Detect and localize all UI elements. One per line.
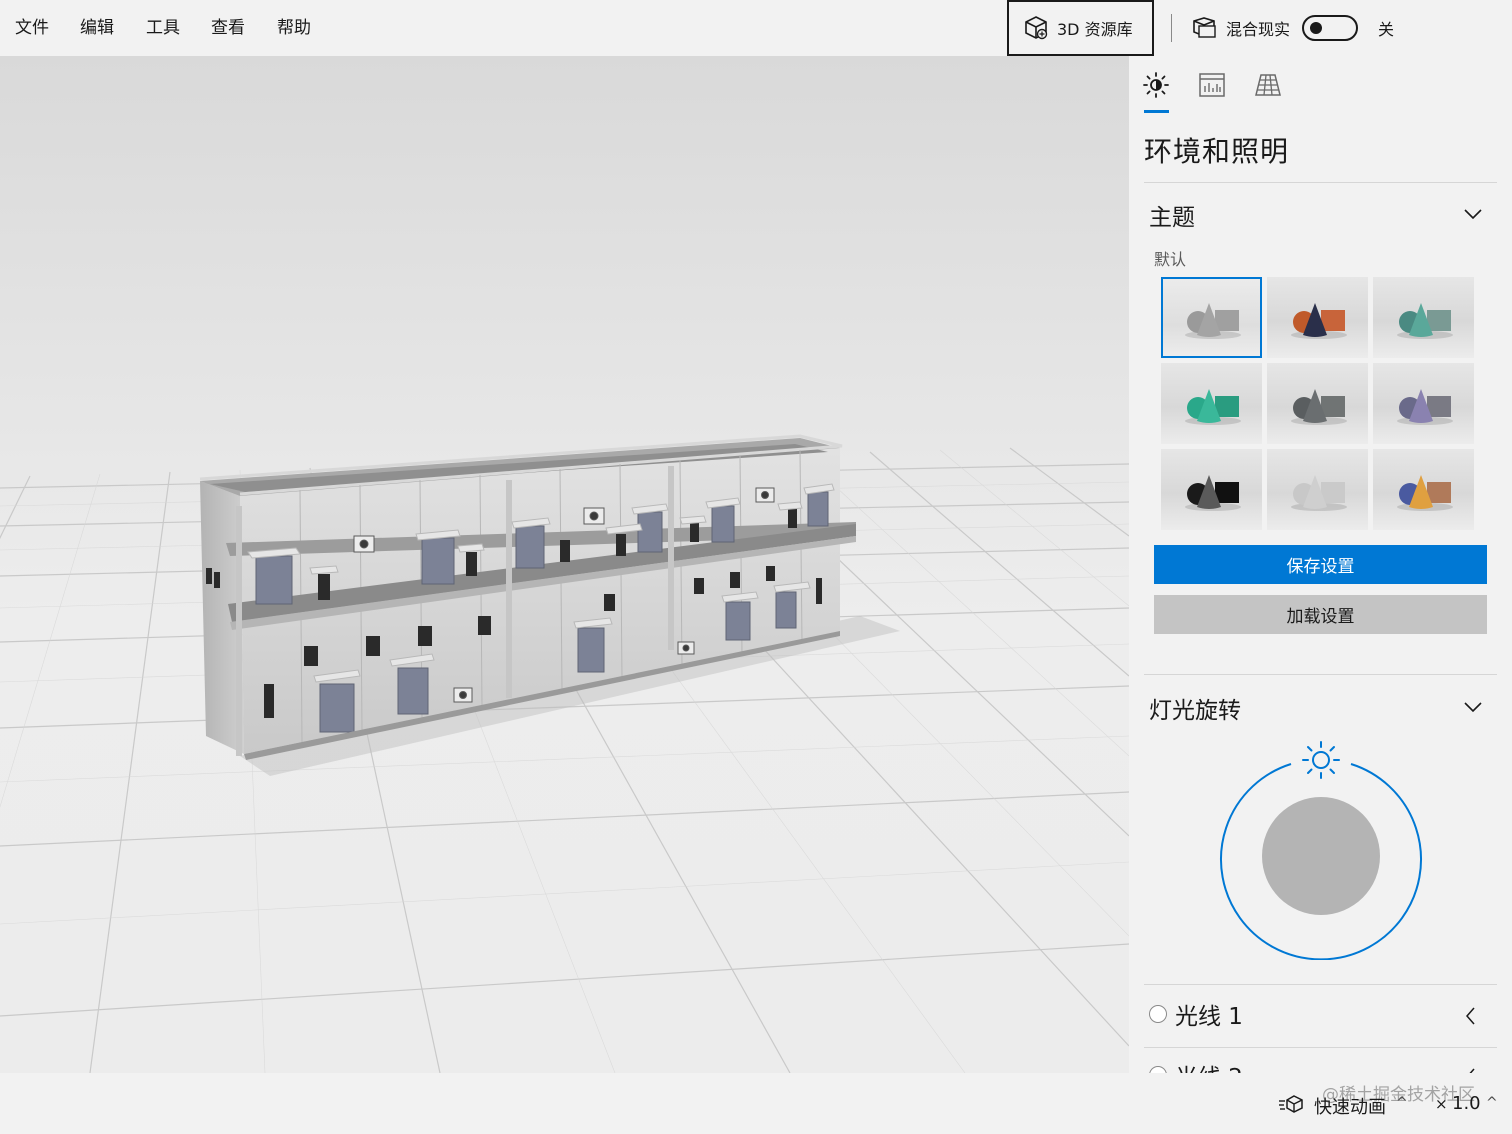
3d-library-label: 3D 资源库 [1057,20,1133,39]
mixed-reality-state: 关 [1378,20,1395,39]
toolbar-divider [1171,14,1172,42]
theme-preview-icon [1291,389,1347,425]
theme-swatch[interactable] [1161,449,1262,530]
animation-speed-value[interactable]: 1.0 [1452,1093,1481,1114]
theme-swatch[interactable] [1373,449,1474,530]
theme-swatch[interactable] [1373,363,1474,444]
quick-animation-button[interactable]: 快速动画 [1314,1093,1386,1119]
active-tab-indicator [1144,110,1169,113]
theme-preview-icon [1291,475,1347,511]
theme-swatch[interactable] [1373,277,1474,358]
menu-file[interactable]: 文件 [15,16,49,40]
menu-tools[interactable]: 工具 [146,16,180,40]
mixed-reality-label: 混合现实 [1226,20,1291,39]
app-window: 文件 编辑 工具 查看 帮助 3D 资源库 混合现实 关 环境和照明 主题 默认… [0,0,1512,1134]
radio-button[interactable] [1149,1066,1167,1073]
mixed-reality-group: 混合现实 关 [1190,12,1394,44]
theme-swatch[interactable] [1267,449,1368,530]
theme-preview-icon [1397,303,1453,339]
theme-swatch[interactable] [1161,363,1262,444]
chevron-up-icon[interactable]: ^ [1396,1095,1408,1111]
grid-icon[interactable] [1253,70,1283,100]
selected-theme-name: 默认 [1154,250,1187,269]
mixed-reality-toggle[interactable] [1302,15,1359,41]
divider [1144,1047,1497,1048]
menu-view[interactable]: 查看 [211,16,245,40]
scene-canvas [0,434,1129,1073]
lighting-icon[interactable] [1142,70,1172,100]
radio-button[interactable] [1149,1005,1167,1023]
theme-preview-icon [1185,303,1241,339]
light-rotation-heading: 灯光旋转 [1149,698,1241,724]
chevron-left-icon[interactable] [1464,1006,1476,1026]
divider [1144,674,1497,675]
chevron-up-icon[interactable]: ^ [1486,1095,1498,1111]
chevron-down-icon[interactable] [1463,207,1483,221]
menu-bar: 文件 编辑 工具 查看 帮助 3D 资源库 混合现实 关 [0,0,1512,56]
theme-swatch[interactable] [1267,363,1368,444]
theme-preview-icon [1185,475,1241,511]
mixed-reality-icon [1193,17,1216,38]
theme-preview-icon [1397,475,1453,511]
animation-icon [1279,1095,1303,1113]
theme-grid [1161,277,1474,530]
sun-handle-icon[interactable] [1302,741,1340,779]
speed-multiplier-symbol: × [1435,1095,1448,1113]
theme-preview-icon [1291,303,1347,339]
panel-title: 环境和照明 [1144,135,1290,168]
3d-library-button[interactable]: 3D 资源库 [1007,0,1154,56]
menu-edit[interactable]: 编辑 [80,16,114,40]
theme-preview-icon [1397,389,1453,425]
stats-icon[interactable] [1197,70,1227,100]
divider [1144,182,1497,183]
light-item-label: 光线 1 [1175,1004,1243,1030]
chevron-down-icon[interactable] [1463,700,1483,714]
status-bar: @稀土掘金技术社区 快速动画 ^ × 1.0 ^ [0,1073,1512,1134]
load-settings-button[interactable]: 加载设置 [1154,595,1487,634]
toggle-knob [1310,22,1323,34]
light-rotation-dial[interactable] [1209,736,1433,960]
save-settings-button[interactable]: 保存设置 [1154,545,1487,584]
theme-heading: 主题 [1149,205,1195,231]
cube-icon [1025,16,1048,40]
theme-swatch[interactable] [1267,277,1368,358]
divider [1144,984,1497,985]
theme-preview-icon [1185,389,1241,425]
light-preview-sphere [1262,797,1380,915]
environment-panel: 环境和照明 主题 默认 保存设置 加载设置 灯光旋转 光线 1 [1129,56,1512,1073]
theme-swatch[interactable] [1161,277,1262,358]
menu-help[interactable]: 帮助 [277,16,311,40]
3d-viewport[interactable] [0,56,1129,1073]
light-item-1[interactable]: 光线 1 [1149,997,1243,1031]
light-item-2[interactable]: 光线 2 [1149,1058,1243,1073]
light-item-label: 光线 2 [1175,1058,1243,1073]
